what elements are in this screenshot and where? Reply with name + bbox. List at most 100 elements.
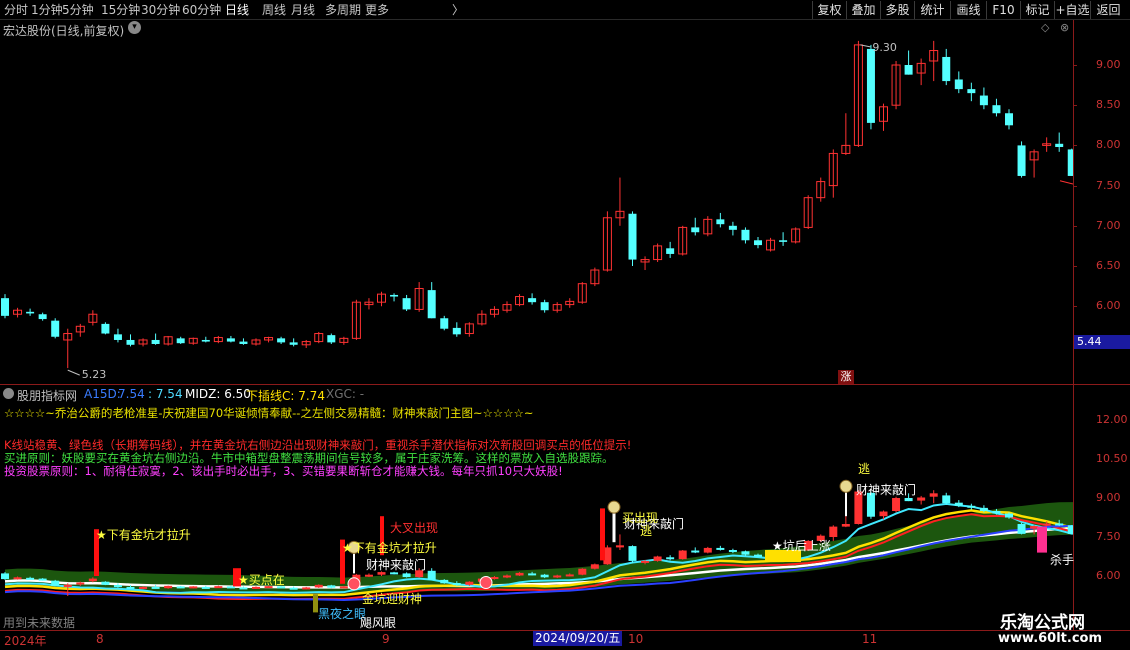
signal-tao-1: 逃 [858, 462, 871, 476]
ind-candle-body [954, 502, 963, 506]
ind-candle-body [465, 581, 474, 585]
period-tab-3[interactable]: 15分钟 [101, 2, 140, 18]
price-tick-4: 7.00 [1096, 218, 1121, 232]
candle-body-down [402, 298, 411, 310]
ind-candle-body [678, 550, 687, 560]
ind-candle-body [176, 586, 185, 589]
candle-body-down [628, 213, 637, 260]
candle-body-down [38, 314, 47, 320]
ind-candle-body [992, 511, 1001, 514]
candle-body-down [101, 323, 110, 334]
ind-candle-body [967, 505, 976, 508]
signal-buy-point: ★买点在 [238, 573, 285, 587]
ind-candle-body [703, 547, 712, 553]
candle-body-down [716, 219, 725, 225]
ind-candle-body [879, 511, 888, 517]
candle-body-down [866, 48, 875, 123]
signal-kengbian: 金坑迎财神 [362, 592, 423, 606]
toolbar-button-6[interactable]: 标记 [1020, 1, 1054, 19]
candle-body-down [126, 339, 135, 345]
candle-body-down [1005, 113, 1013, 126]
toolbar-button-1[interactable]: 叠加 [846, 1, 880, 19]
ind-candle-body [26, 577, 35, 580]
price-tick-5: 6.50 [1096, 259, 1121, 272]
ind-candle-body [841, 524, 850, 527]
date-axis-label-8: 8 [96, 632, 104, 646]
toolbar-button-2[interactable]: 多股 [880, 1, 914, 19]
signal-xia-you-1: ★下有金坑才拉升 [96, 528, 191, 542]
ind-candle-body [1055, 523, 1064, 526]
ind-candle-body [151, 586, 160, 589]
ind-candle-body [716, 547, 725, 550]
ind-candle-body [189, 586, 198, 589]
candle-body-down [289, 342, 298, 345]
signal-xia-you-2: ★下有金坑才拉升 [342, 541, 437, 555]
ind-candle-body [515, 572, 524, 576]
pink-ball-icon [347, 577, 361, 591]
candle-body-down [113, 334, 122, 340]
ind-candle-body [590, 564, 599, 569]
indicator-tick-2: 9.00 [1096, 491, 1121, 504]
candle-body-down [528, 298, 537, 303]
candlestick-chart[interactable]: 9.30 5.23 [0, 20, 1073, 384]
candle-body-down [239, 341, 248, 344]
candle-body-down [754, 240, 762, 246]
last-price-tick [1059, 180, 1073, 185]
ind-candle-body [201, 586, 210, 589]
ind-candle-body [666, 557, 675, 560]
ind-candle-body [1067, 525, 1073, 534]
period-tab-5[interactable]: 60分钟 [182, 2, 222, 18]
ind-candle-body [51, 580, 60, 586]
ind-candle-body [1042, 523, 1051, 526]
price-tick-1: 8.50 [1096, 98, 1121, 112]
ind-candle-body [741, 551, 750, 555]
ind-candle-body [565, 574, 574, 577]
indicator-chart[interactable] [0, 385, 1073, 630]
ind-candle-body [628, 546, 637, 561]
period-tab-8[interactable]: 月线 [291, 2, 321, 18]
period-tab-4[interactable]: 30分钟 [141, 2, 180, 18]
candle-body-down [51, 320, 60, 337]
period-tab-10[interactable]: 更多 [365, 2, 390, 18]
period-tab-1[interactable]: 1分钟 [31, 2, 63, 18]
period-tab-2[interactable]: 5分钟 [62, 2, 99, 18]
toolbar-button-0[interactable]: 复权 [812, 1, 846, 19]
more-chevron-icon[interactable]: 〉 [452, 2, 464, 18]
toolbar-button-8[interactable]: 返回 [1090, 1, 1126, 19]
candle-body-down [440, 318, 449, 329]
candle-body-down [452, 327, 461, 335]
date-axis-label-year: 2024年 [4, 634, 47, 648]
ind-candle-body [904, 498, 913, 502]
ind-candle-body [226, 586, 235, 589]
ind-candle-body [452, 583, 461, 586]
toolbar-button-3[interactable]: 统计 [914, 1, 950, 19]
ind-candle-body [979, 507, 988, 511]
ind-candle-body [214, 586, 223, 589]
signal-shashou: 杀手 [1050, 553, 1075, 567]
candle-body-down [967, 89, 976, 94]
low-label: 5.23 [82, 368, 107, 381]
indicator-tick-0: 12.00 [1096, 413, 1128, 426]
indicator-tick-3: 7.50 [1096, 530, 1121, 543]
period-tab-0[interactable]: 分时 [4, 2, 29, 18]
period-tab-9[interactable]: 多周期 [325, 2, 363, 18]
candle-body-down [691, 227, 700, 233]
candle-body-down [151, 339, 160, 344]
ind-candle-body [76, 582, 85, 585]
ind-candle-body [578, 568, 587, 575]
ind-candle-body [402, 573, 411, 578]
period-tab-6[interactable]: 日线 [225, 2, 252, 18]
price-tick-mark [1073, 105, 1077, 107]
toolbar-button-4[interactable]: 画线 [950, 1, 986, 19]
toolbar-button-7[interactable]: +自选 [1054, 1, 1090, 19]
signal-taifeng: 飓风眼 [360, 616, 397, 630]
candle-body-down [992, 105, 1001, 114]
date-axis-cursor-date: 2024/09/20/五 [533, 631, 623, 646]
toolbar-button-5[interactable]: F10 [986, 1, 1020, 19]
period-tab-7[interactable]: 周线 [262, 2, 289, 18]
ind-candle-body [1005, 513, 1013, 518]
price-tick-mark [1073, 306, 1077, 308]
ind-candle-body [1017, 524, 1026, 534]
price-tick-mark [1073, 65, 1077, 66]
ind-candle-body [691, 550, 700, 553]
